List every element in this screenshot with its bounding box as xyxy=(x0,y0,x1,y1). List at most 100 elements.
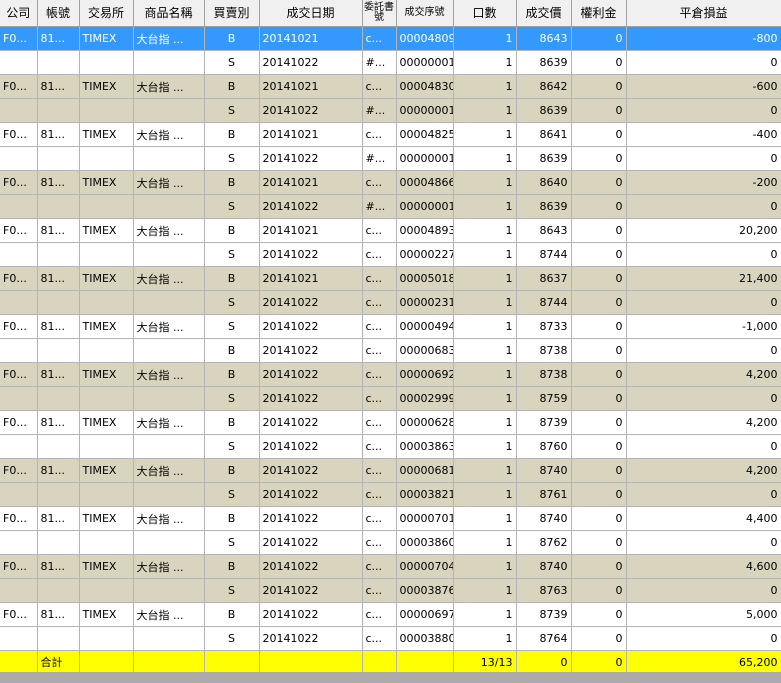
cell-account[interactable]: 81... xyxy=(37,506,80,531)
cell-pnl[interactable]: 0 xyxy=(626,482,781,507)
cell-product[interactable]: 大台指 ... xyxy=(133,554,205,579)
table-row[interactable]: S 20141022 #... 00000001 1 8639 0 0 xyxy=(0,194,781,219)
table-row[interactable]: F0... 81... TIMEX 大台指 ... B 20141021 c... 00004… xyxy=(0,74,781,99)
cell-qty[interactable]: 1 xyxy=(453,74,517,99)
cell-date[interactable]: 20141022 xyxy=(259,602,363,627)
cell-side[interactable]: B xyxy=(204,458,260,483)
table-row[interactable]: F0... 81... TIMEX 大台指 ... B 20141021 c... 00004… xyxy=(0,122,781,147)
header-exchange[interactable]: 交易所 xyxy=(79,0,134,27)
cell-account[interactable] xyxy=(37,146,80,171)
cell-product[interactable] xyxy=(133,482,205,507)
cell-premium[interactable]: 0 xyxy=(571,218,627,243)
cell-pnl[interactable]: 0 xyxy=(626,386,781,411)
cell-pnl[interactable]: -800 xyxy=(626,26,781,51)
cell-company[interactable] xyxy=(0,386,38,411)
cell-order-no[interactable]: c... xyxy=(362,578,397,603)
cell-date[interactable]: 20141022 xyxy=(259,314,363,339)
cell-order-no[interactable]: c... xyxy=(362,386,397,411)
cell-pnl[interactable]: 0 xyxy=(626,242,781,267)
cell-order-no[interactable]: #... xyxy=(362,194,397,219)
cell-account[interactable] xyxy=(37,338,80,363)
cell-price[interactable]: 8740 xyxy=(516,554,572,579)
header-premium[interactable]: 權利金 xyxy=(571,0,627,27)
cell-price[interactable]: 8762 xyxy=(516,530,572,555)
cell-exchange[interactable] xyxy=(79,626,134,651)
cell-order-no[interactable]: c... xyxy=(362,434,397,459)
cell-side[interactable]: B xyxy=(204,362,260,387)
cell-product[interactable] xyxy=(133,50,205,75)
trade-grid[interactable]: 公司 帳號 交易所 商品名稱 買賣別 成交日期 委託書號 成交序號 口數 成交價… xyxy=(0,0,781,674)
cell-order-no[interactable]: c... xyxy=(362,26,397,51)
cell-premium[interactable]: 0 xyxy=(571,74,627,99)
cell-trade-no[interactable]: 00004830 xyxy=(396,74,454,99)
cell-date[interactable]: 20141022 xyxy=(259,98,363,123)
cell-date[interactable]: 20141022 xyxy=(259,362,363,387)
cell-date[interactable]: 20141022 xyxy=(259,242,363,267)
cell-pnl[interactable]: -200 xyxy=(626,170,781,195)
cell-account[interactable] xyxy=(37,242,80,267)
cell-trade-no[interactable]: 00000683 xyxy=(396,338,454,363)
cell-qty[interactable]: 1 xyxy=(453,554,517,579)
header-date[interactable]: 成交日期 xyxy=(259,0,363,27)
cell-pnl[interactable]: -1,000 xyxy=(626,314,781,339)
cell-pnl[interactable]: 20,200 xyxy=(626,218,781,243)
cell-qty[interactable]: 1 xyxy=(453,266,517,291)
cell-company[interactable]: F0... xyxy=(0,554,38,579)
cell-pnl[interactable]: 4,400 xyxy=(626,506,781,531)
cell-trade-no[interactable]: 00004809 xyxy=(396,26,454,51)
cell-side[interactable]: B xyxy=(204,74,260,99)
cell-company[interactable] xyxy=(0,434,38,459)
cell-premium[interactable]: 0 xyxy=(571,458,627,483)
cell-premium[interactable]: 0 xyxy=(571,482,627,507)
cell-pnl[interactable]: 21,400 xyxy=(626,266,781,291)
cell-trade-no[interactable]: 00000001 xyxy=(396,194,454,219)
cell-qty[interactable]: 1 xyxy=(453,578,517,603)
cell-qty[interactable]: 1 xyxy=(453,218,517,243)
cell-date[interactable]: 20141021 xyxy=(259,218,363,243)
cell-exchange[interactable]: TIMEX xyxy=(79,266,134,291)
cell-date[interactable]: 20141022 xyxy=(259,338,363,363)
cell-premium[interactable]: 0 xyxy=(571,530,627,555)
cell-trade-no[interactable]: 00000701 xyxy=(396,506,454,531)
cell-pnl[interactable]: 4,200 xyxy=(626,458,781,483)
cell-qty[interactable]: 1 xyxy=(453,170,517,195)
cell-product[interactable]: 大台指 ... xyxy=(133,74,205,99)
cell-trade-no[interactable]: 00003860 xyxy=(396,530,454,555)
cell-date[interactable]: 20141021 xyxy=(259,170,363,195)
header-qty[interactable]: 口數 xyxy=(453,0,517,27)
table-row[interactable]: S 20141022 c... 00003880 1 8764 0 0 xyxy=(0,626,781,651)
cell-exchange[interactable] xyxy=(79,242,134,267)
cell-side[interactable]: S xyxy=(204,50,260,75)
cell-exchange[interactable]: TIMEX xyxy=(79,554,134,579)
table-row[interactable]: S 20141022 #... 00000001 1 8639 0 0 xyxy=(0,98,781,123)
table-row[interactable]: F0... 81... TIMEX 大台指 ... B 20141022 c... 00000… xyxy=(0,506,781,531)
cell-product[interactable] xyxy=(133,146,205,171)
cell-price[interactable]: 8643 xyxy=(516,218,572,243)
cell-company[interactable]: F0... xyxy=(0,26,38,51)
cell-trade-no[interactable]: 00000681 xyxy=(396,458,454,483)
cell-premium[interactable]: 0 xyxy=(571,122,627,147)
cell-price[interactable]: 8643 xyxy=(516,26,572,51)
cell-exchange[interactable]: TIMEX xyxy=(79,122,134,147)
cell-side[interactable]: S xyxy=(204,194,260,219)
cell-order-no[interactable]: c... xyxy=(362,362,397,387)
cell-pnl[interactable]: 0 xyxy=(626,146,781,171)
cell-account[interactable]: 81... xyxy=(37,602,80,627)
cell-premium[interactable]: 0 xyxy=(571,362,627,387)
cell-account[interactable] xyxy=(37,482,80,507)
table-row[interactable]: F0... 81... TIMEX 大台指 ... S 20141022 c... 00000… xyxy=(0,314,781,339)
cell-order-no[interactable]: c... xyxy=(362,410,397,435)
cell-pnl[interactable]: 4,600 xyxy=(626,554,781,579)
cell-account[interactable] xyxy=(37,530,80,555)
cell-premium[interactable]: 0 xyxy=(571,242,627,267)
table-row[interactable]: S 20141022 c... 00000227 1 8744 0 0 xyxy=(0,242,781,267)
cell-exchange[interactable] xyxy=(79,290,134,315)
cell-price[interactable]: 8641 xyxy=(516,122,572,147)
cell-qty[interactable]: 1 xyxy=(453,434,517,459)
cell-premium[interactable]: 0 xyxy=(571,146,627,171)
cell-product[interactable] xyxy=(133,386,205,411)
cell-qty[interactable]: 1 xyxy=(453,314,517,339)
cell-product[interactable] xyxy=(133,242,205,267)
cell-side[interactable]: S xyxy=(204,242,260,267)
cell-premium[interactable]: 0 xyxy=(571,602,627,627)
